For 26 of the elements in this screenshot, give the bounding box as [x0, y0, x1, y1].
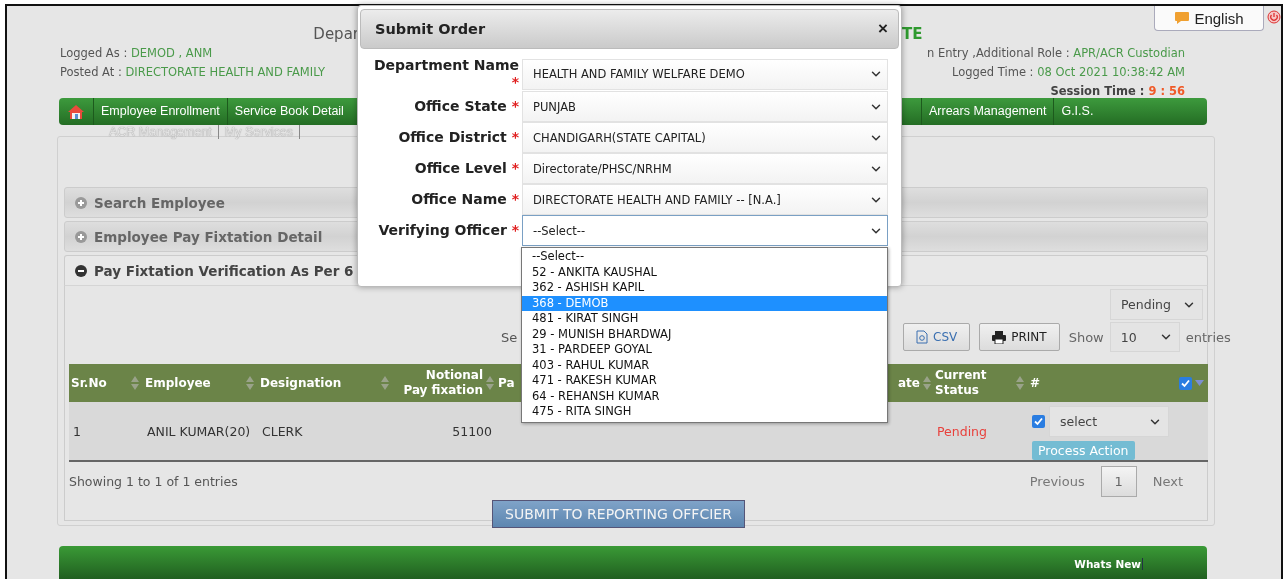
language-label: English: [1194, 9, 1244, 27]
user-info-line: n Entry ,Additional Role : APR/ACR Custodian: [927, 45, 1185, 62]
user-info-line: Posted At : DIRECTORATE HEALTH AND FAMILY: [60, 64, 326, 81]
page-title: TE: [902, 24, 923, 44]
field-label: Office District *: [397, 129, 520, 146]
dialog-title: Submit Order: [375, 21, 486, 37]
field-label: Verifying Officer *: [377, 222, 520, 239]
news-label: Whats New: [1074, 558, 1143, 570]
field-label: Office Level *: [413, 160, 520, 177]
table-cell: 1: [69, 402, 143, 462]
column-header: #: [1028, 364, 1208, 402]
show-label: Show: [1068, 329, 1104, 345]
user-info-line: Logged As : DEMOD , ANM: [60, 45, 213, 62]
page-title: Depar: [313, 24, 359, 44]
field-label: Office Name *: [410, 191, 520, 208]
entries-label: entries: [1185, 329, 1231, 345]
session-time: Session Time : 9 : 56: [1050, 83, 1185, 100]
table-cell: CLERK: [258, 402, 393, 462]
table-cell: 51100: [393, 402, 496, 462]
search-label: Se: [501, 329, 518, 345]
field-label: Department Name *: [372, 57, 520, 91]
table-cell: ANIL KUMAR(20): [143, 402, 258, 462]
status-text: Pending: [937, 423, 987, 439]
field-label: Office State *: [413, 98, 520, 115]
table-info: Showing 1 to 1 of 1 entries: [69, 473, 238, 489]
user-info-line: Logged Time : 08 Oct 2021 10:38:42 AM: [951, 64, 1185, 81]
